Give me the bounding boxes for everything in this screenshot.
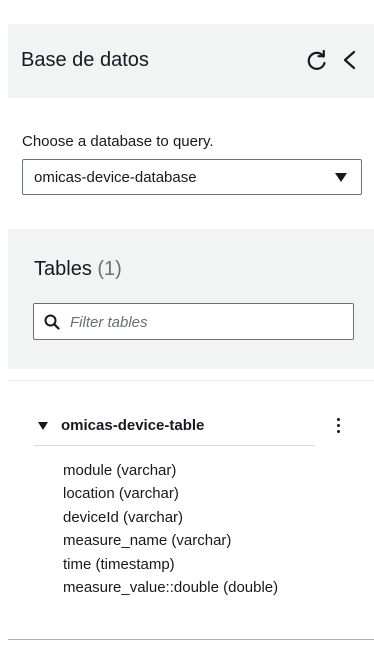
tables-count: (1) bbox=[97, 258, 122, 280]
divider bbox=[8, 380, 374, 381]
tables-title: Tables bbox=[34, 258, 92, 280]
column-item: measure_name (varchar) bbox=[63, 532, 232, 550]
database-select-value: omicas-device-database bbox=[34, 169, 197, 186]
column-item: time (timestamp) bbox=[63, 555, 175, 573]
panel-header: Base de datos bbox=[8, 24, 374, 98]
filter-tables-box bbox=[33, 303, 354, 340]
tables-panel: Tables (1) bbox=[8, 229, 374, 369]
column-item: deviceId (varchar) bbox=[63, 508, 184, 526]
filter-tables-input[interactable] bbox=[70, 311, 340, 333]
column-list: module (varchar) location (varchar) devi… bbox=[63, 459, 278, 599]
chevron-left-icon[interactable] bbox=[341, 50, 359, 70]
tables-heading: Tables (1) bbox=[34, 258, 122, 281]
table-tree-item[interactable]: omicas-device-table bbox=[34, 415, 314, 446]
divider bbox=[8, 639, 374, 640]
caret-down-icon bbox=[38, 422, 48, 430]
database-label: Choose a database to query. bbox=[22, 133, 214, 150]
caret-down-icon bbox=[335, 173, 347, 182]
database-select[interactable]: omicas-device-database bbox=[22, 159, 362, 195]
panel-title: Base de datos bbox=[21, 49, 149, 71]
column-item: module (varchar) bbox=[63, 462, 177, 479]
top-strip bbox=[8, 0, 374, 10]
search-icon bbox=[44, 314, 60, 330]
refresh-icon[interactable] bbox=[306, 49, 328, 71]
more-vertical-icon[interactable] bbox=[332, 416, 344, 438]
column-item: measure_value::double (double) bbox=[63, 578, 279, 596]
table-name: omicas-device-table bbox=[61, 417, 205, 434]
column-item: location (varchar) bbox=[63, 485, 179, 503]
